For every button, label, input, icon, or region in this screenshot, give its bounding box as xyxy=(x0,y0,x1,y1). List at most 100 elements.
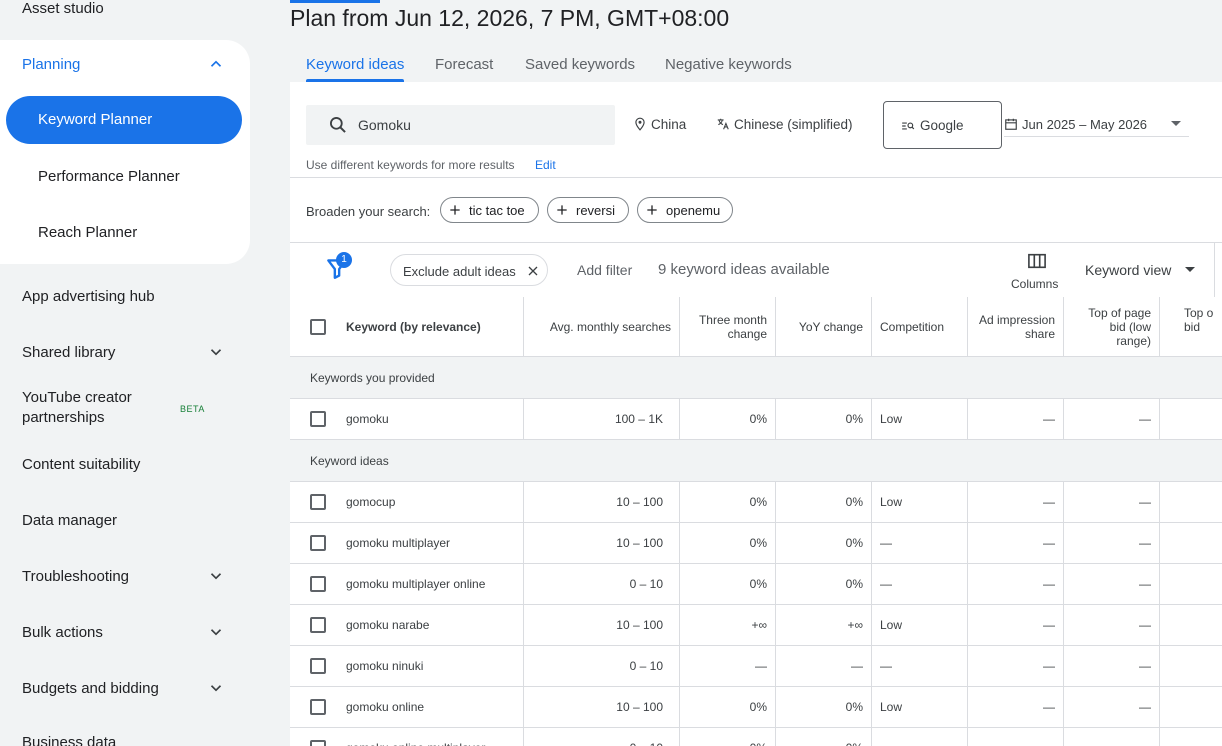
sidebar-item-asset-studio[interactable]: Asset studio xyxy=(22,0,104,17)
table-cell: 0% xyxy=(680,523,776,563)
chip-label: reversi xyxy=(576,203,616,218)
table-cell xyxy=(1160,564,1222,604)
chevron-down-icon[interactable] xyxy=(207,679,225,697)
columns-button[interactable]: Columns xyxy=(1011,277,1058,291)
cell-three: 0% xyxy=(750,741,767,746)
tab-negative-keywords[interactable]: Negative keywords xyxy=(665,56,792,73)
sidebar-item-data-manager[interactable]: Data manager xyxy=(22,512,117,529)
sidebar-item-youtube-creator-partnerships[interactable]: YouTube creator partnerships xyxy=(22,388,132,428)
sidebar-item-app-advertising-hub[interactable]: App advertising hub xyxy=(22,288,155,305)
cell-avg: 0 – 10 xyxy=(629,659,663,673)
plus-icon xyxy=(557,205,567,215)
sidebar: Asset studio Planning Keyword Planner Pe… xyxy=(0,0,290,746)
table-cell xyxy=(1160,605,1222,645)
chevron-down-icon[interactable] xyxy=(207,567,225,585)
table-cell: — xyxy=(872,646,968,686)
search-network-selector[interactable]: Google xyxy=(883,101,1002,149)
tab-keyword-ideas[interactable]: Keyword ideas xyxy=(306,56,404,73)
location-selector[interactable]: China xyxy=(633,117,686,132)
chevron-up-icon[interactable] xyxy=(207,55,225,73)
cell-ad-share: — xyxy=(1043,536,1055,550)
sidebar-item-shared-library[interactable]: Shared library xyxy=(22,344,115,361)
table-cell: — xyxy=(1064,564,1160,604)
active-tab-indicator xyxy=(306,79,404,82)
header-three-month-cell[interactable]: Three month change xyxy=(680,297,776,356)
table-row[interactable]: gomoku 100 – 1K 0% 0% Low — — xyxy=(290,399,1222,440)
sidebar-item-budgets-and-bidding[interactable]: Budgets and bidding xyxy=(22,680,159,697)
tab-forecast[interactable]: Forecast xyxy=(435,56,493,73)
search-hint: Use different keywords for more results xyxy=(306,158,515,172)
network-label: Google xyxy=(920,118,964,133)
language-selector[interactable]: Chinese (simplified) xyxy=(716,117,853,132)
cell-comp: — xyxy=(880,577,892,591)
sidebar-item-troubleshooting[interactable]: Troubleshooting xyxy=(22,568,129,585)
location-pin-icon xyxy=(635,117,645,131)
broaden-chip-openemu[interactable]: openemu xyxy=(637,197,733,223)
cell-yoy: 0% xyxy=(846,741,863,746)
header-avg-monthly-cell[interactable]: Avg. monthly searches xyxy=(524,297,680,356)
sidebar-item-reach-planner[interactable]: Reach Planner xyxy=(38,224,137,241)
table-row[interactable]: gomoku multiplayer online 0 – 10 0% 0% — — — xyxy=(290,564,1222,605)
header-top-low: range) xyxy=(1116,334,1151,348)
cell-yoy: — xyxy=(851,659,863,673)
header-top-low-cell[interactable]: Top of page bid (low range) xyxy=(1064,297,1160,356)
table-cell: gomoku multiplayer xyxy=(290,523,524,563)
breadcrumb-underline xyxy=(290,0,380,3)
table-row[interactable]: gomoku ninuki 0 – 10 — — — — — xyxy=(290,646,1222,687)
table-row[interactable]: gomoku multiplayer 10 – 100 0% 0% — — — xyxy=(290,523,1222,564)
table-cell: 0% xyxy=(680,564,776,604)
table-cell: gomoku xyxy=(290,399,524,439)
table-cell: Low xyxy=(872,482,968,522)
table-row[interactable]: gomoku online 10 – 100 0% 0% Low — — xyxy=(290,687,1222,728)
chevron-down-icon[interactable] xyxy=(207,623,225,641)
table-cell: — xyxy=(968,605,1064,645)
table-row[interactable]: gomoku online multiplayer 0 – 10 0% 0% — — — xyxy=(290,728,1222,746)
divider xyxy=(290,177,1222,178)
header-competition-cell[interactable]: Competition xyxy=(872,297,968,356)
columns-icon[interactable] xyxy=(1028,253,1046,269)
tab-saved-keywords[interactable]: Saved keywords xyxy=(525,56,635,73)
sidebar-item-content-suitability[interactable]: Content suitability xyxy=(22,456,140,473)
table-cell: — xyxy=(968,564,1064,604)
sidebar-item-performance-planner[interactable]: Performance Planner xyxy=(38,168,180,185)
header-top-low: Top of page xyxy=(1088,306,1151,320)
broaden-chip-tic-tac-toe[interactable]: tic tac toe xyxy=(440,197,539,223)
table-cell: — xyxy=(872,523,968,563)
table-cell: — xyxy=(968,482,1064,522)
cell-ad-share: — xyxy=(1043,577,1055,591)
broaden-chip-reversi[interactable]: reversi xyxy=(547,197,629,223)
sidebar-item-bulk-actions[interactable]: Bulk actions xyxy=(22,624,103,641)
table-cell: 0% xyxy=(776,399,872,439)
header-keyword-cell[interactable]: Keyword (by relevance) xyxy=(290,297,524,356)
header-ad-impression: Ad impression xyxy=(978,313,1055,327)
keyword-view-dropdown[interactable]: Keyword view xyxy=(1085,262,1171,278)
sidebar-item-label: Keyword Planner xyxy=(38,111,153,128)
cell-ad-share: — xyxy=(1043,659,1055,673)
chip-label: openemu xyxy=(666,203,721,218)
exclude-adult-ideas-chip[interactable]: Exclude adult ideas xyxy=(390,254,548,286)
header-top-high-cell[interactable]: Top o bid xyxy=(1160,297,1222,356)
keyword-search-input[interactable]: Gomoku xyxy=(306,105,615,145)
beta-badge: BETA xyxy=(180,404,205,414)
cell-comp: Low xyxy=(880,618,903,632)
add-filter-button[interactable]: Add filter xyxy=(577,262,632,278)
table-row[interactable]: gomocup 10 – 100 0% 0% Low — — xyxy=(290,482,1222,523)
table-cell: — xyxy=(968,399,1064,439)
table-cell: — xyxy=(1064,399,1160,439)
table-cell: — xyxy=(1064,482,1160,522)
date-range-selector[interactable]: Jun 2025 – May 2026 xyxy=(1004,109,1189,137)
cell-ad-share: — xyxy=(1043,495,1055,509)
close-icon[interactable] xyxy=(527,265,539,277)
language-label: Chinese (simplified) xyxy=(734,117,853,132)
sidebar-item-business-data[interactable]: Business data xyxy=(22,734,116,746)
edit-link[interactable]: Edit xyxy=(535,158,556,172)
sidebar-item-planning[interactable]: Planning xyxy=(22,56,80,73)
header-yoy-cell[interactable]: YoY change xyxy=(776,297,872,356)
sidebar-item-keyword-planner[interactable]: Keyword Planner xyxy=(6,96,242,144)
cell-three: 0% xyxy=(749,495,767,509)
cell-three: 0% xyxy=(749,536,767,550)
table-cell xyxy=(1160,687,1222,727)
table-row[interactable]: gomoku narabe 10 – 100 +∞ +∞ Low — — xyxy=(290,605,1222,646)
chevron-down-icon[interactable] xyxy=(207,343,225,361)
header-ad-impression-cell[interactable]: Ad impression share xyxy=(968,297,1064,356)
